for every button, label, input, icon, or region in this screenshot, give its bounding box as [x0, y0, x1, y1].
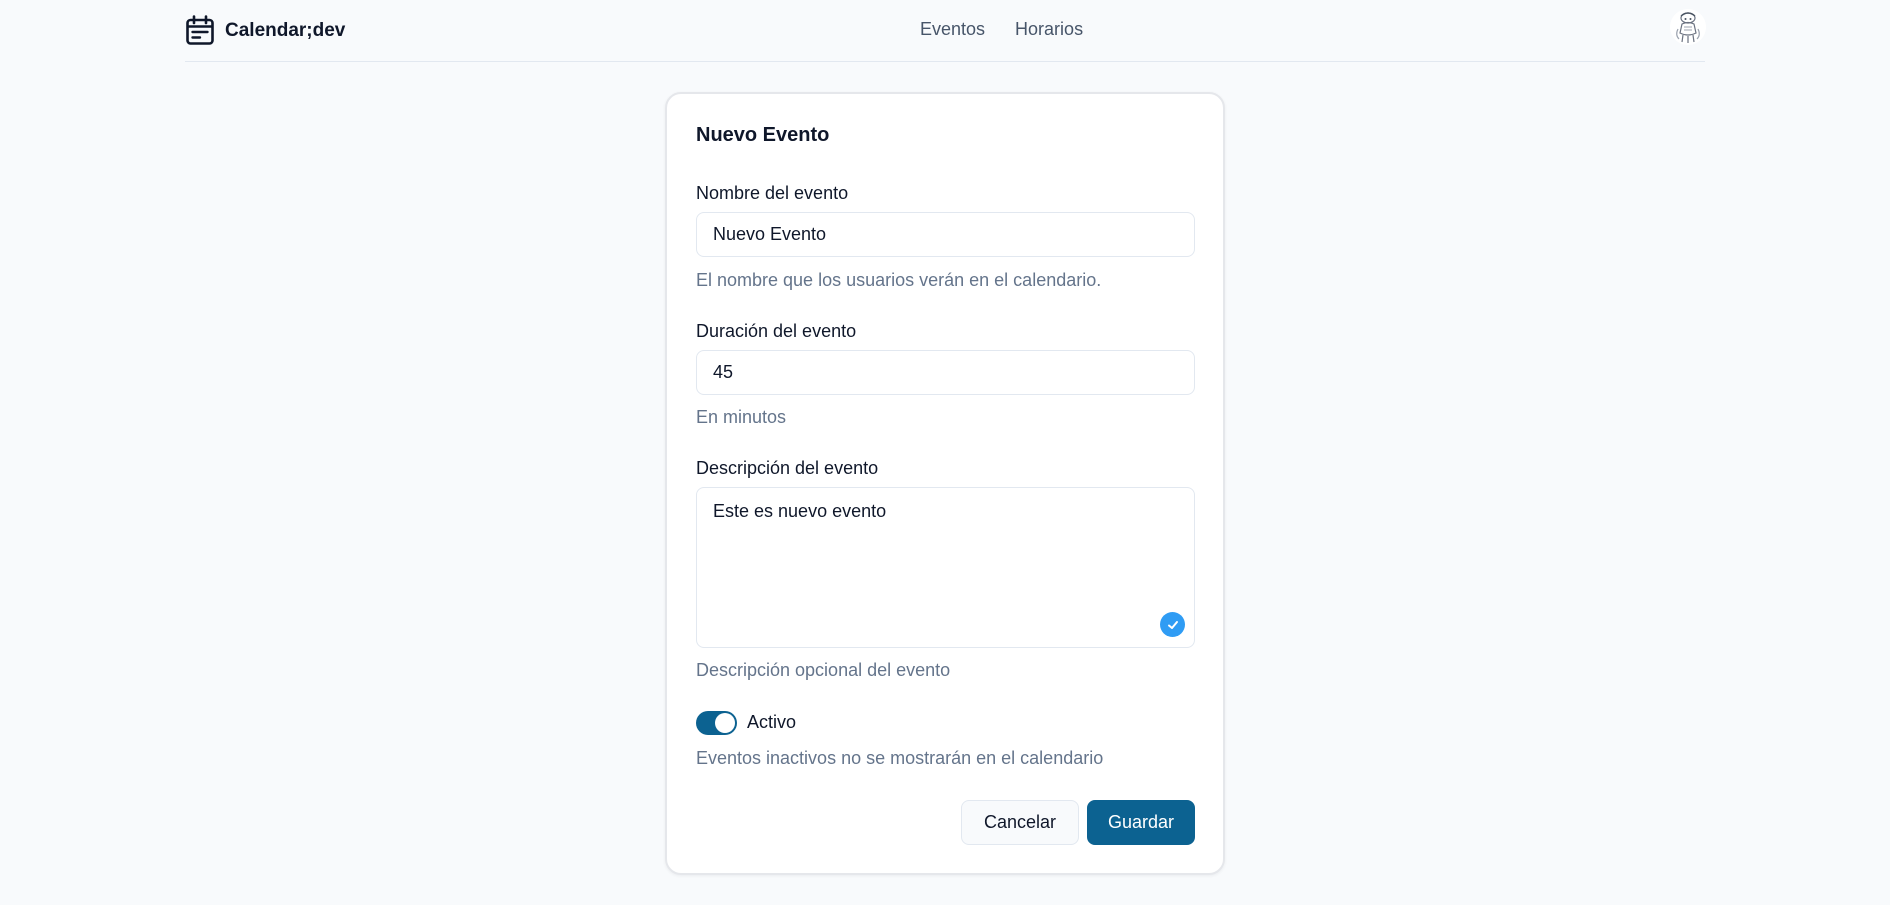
event-description-textarea[interactable]: Este es nuevo evento: [696, 487, 1195, 648]
event-description-help: Descripción opcional del evento: [696, 660, 951, 680]
user-avatar-icon[interactable]: [1670, 9, 1706, 45]
brand-name: Calendar;dev: [225, 19, 346, 41]
calendar-icon: [186, 15, 214, 45]
event-duration-help: En minutos: [696, 407, 787, 427]
nav-link-horarios[interactable]: Horarios: [1015, 19, 1083, 40]
cancel-button[interactable]: Cancelar: [961, 800, 1079, 845]
avatar-image: [1670, 9, 1706, 45]
brand-link[interactable]: Calendar;dev: [185, 15, 345, 46]
event-name-help: El nombre que los usuarios verán en el c…: [696, 270, 1102, 290]
event-name-label: Nombre del evento: [696, 183, 849, 203]
top-navbar: Calendar;dev Eventos Horarios: [185, 0, 1706, 62]
form-title: Nuevo Evento: [696, 124, 830, 146]
check-circle-icon: [1160, 612, 1185, 637]
save-button[interactable]: Guardar: [1087, 800, 1195, 845]
event-name-input[interactable]: [696, 212, 1195, 257]
active-toggle[interactable]: [696, 711, 737, 735]
main-nav: Eventos Horarios: [920, 19, 1083, 40]
event-duration-input[interactable]: [696, 350, 1195, 395]
nav-link-eventos[interactable]: Eventos: [920, 19, 985, 40]
active-toggle-label: Activo: [747, 712, 797, 732]
event-duration-label: Duración del evento: [696, 321, 857, 341]
toggle-knob: [715, 713, 735, 733]
event-description-label: Descripción del evento: [696, 458, 879, 478]
active-help: Eventos inactivos no se mostrarán en el …: [696, 748, 1104, 768]
new-event-form-card: Nuevo Evento Nombre del evento El nombre…: [665, 92, 1225, 875]
